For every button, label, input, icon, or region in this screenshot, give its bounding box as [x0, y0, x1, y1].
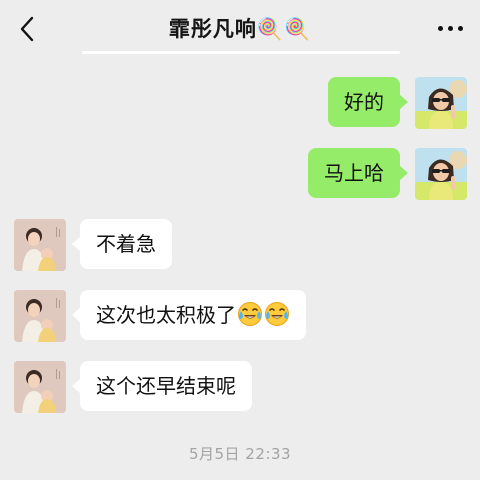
message-row: 好的: [0, 77, 480, 129]
message-text: 好的: [344, 90, 384, 114]
my-avatar[interactable]: [415, 148, 467, 200]
more-dot: [447, 25, 453, 31]
message-row: 不着急: [0, 219, 480, 271]
message-row: 马上哈: [0, 148, 480, 200]
message-text: 不着急: [96, 232, 156, 256]
chat-title: 霏彤凡响🍭🍭: [168, 17, 312, 41]
my-avatar[interactable]: [415, 77, 467, 129]
chat-header: 霏彤凡响🍭🍭: [0, 0, 480, 58]
header-divider: [82, 51, 400, 54]
message-text: 马上哈: [324, 161, 384, 185]
more-dot: [457, 25, 463, 31]
message-timestamp: 5月5日 22:33: [188, 445, 292, 463]
friend-avatar[interactable]: [14, 290, 66, 342]
friend-avatar[interactable]: [14, 219, 66, 271]
chat-screen: 霏彤凡响🍭🍭 好的 马上哈 不着急 这次也太积极了 这个还早结束呢 5月5日 2…: [0, 0, 480, 480]
message-text: 这个还早结束呢: [96, 374, 236, 398]
laughing-crying-emoji-icon: [264, 301, 290, 327]
message-row: 这次也太积极了: [0, 290, 480, 342]
message-bubble-sent[interactable]: 好的: [328, 77, 408, 127]
message-row: 这个还早结束呢: [0, 361, 480, 413]
message-bubble-received[interactable]: 不着急: [72, 219, 172, 269]
friend-avatar[interactable]: [14, 361, 66, 413]
more-button[interactable]: [432, 14, 468, 42]
laughing-crying-emoji-icon: [237, 301, 263, 327]
more-dots-icon: [437, 25, 443, 31]
message-bubble-sent[interactable]: 马上哈: [308, 148, 408, 198]
message-bubble-received[interactable]: 这个还早结束呢: [72, 361, 252, 411]
message-bubble-received[interactable]: 这次也太积极了: [72, 290, 306, 340]
message-text: 这次也太积极了: [96, 303, 236, 327]
